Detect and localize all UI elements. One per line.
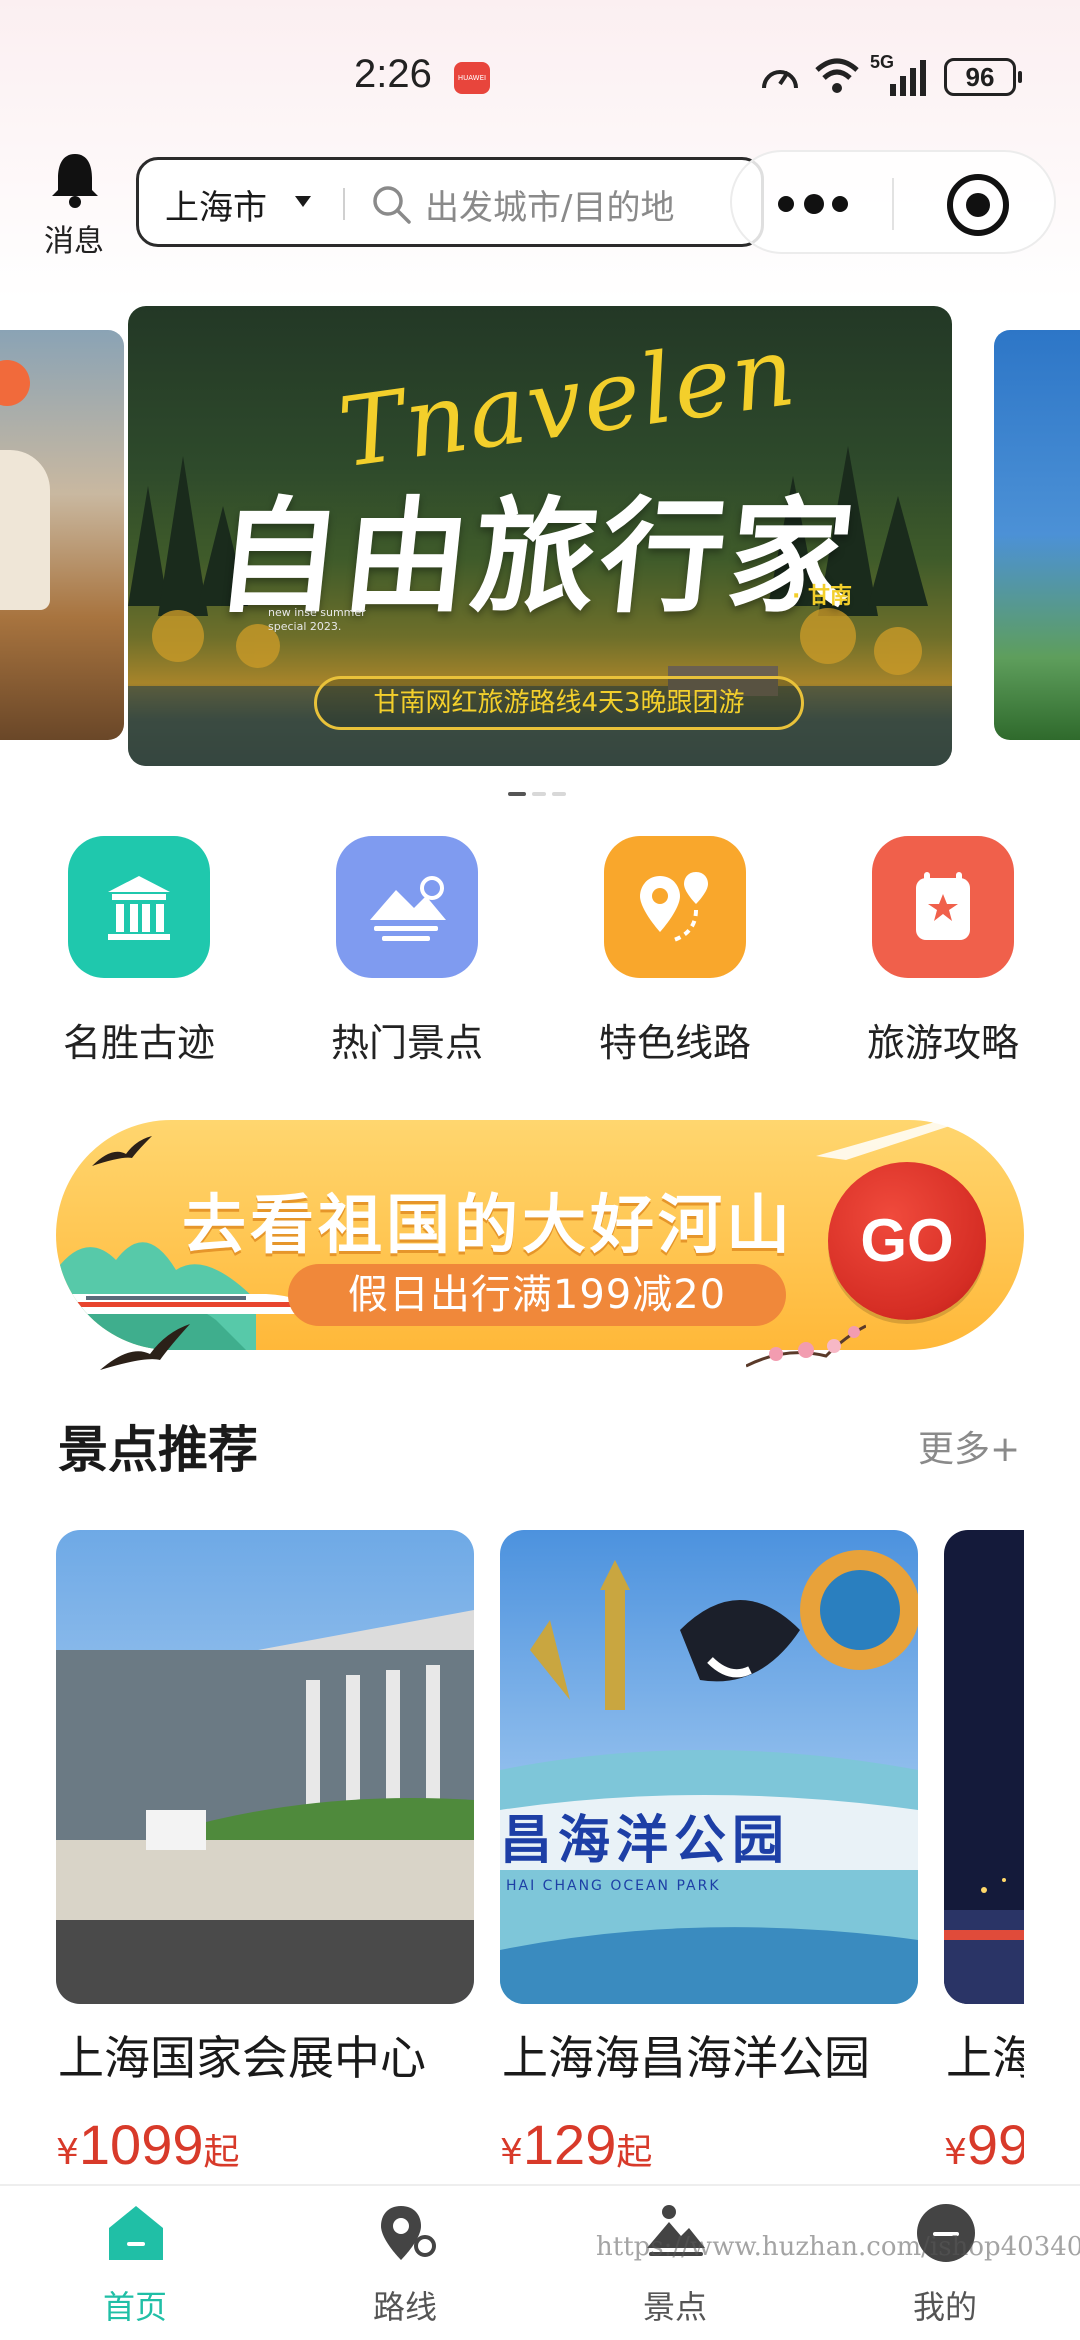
train-illustration [66, 1294, 316, 1314]
spot-name: 上海 [946, 2031, 1024, 2085]
price-value: 1099 [78, 2113, 204, 2176]
indicator-dot-active [508, 792, 526, 796]
signal-icon [890, 60, 926, 96]
spot-card[interactable]: 上海 ¥99 [944, 1530, 1024, 2180]
banner-next-slide[interactable] [994, 330, 1080, 740]
spot-image [944, 1530, 1024, 2004]
app-badge-icon: HUAWEI [454, 62, 490, 94]
speedometer-icon [762, 70, 798, 89]
watermark-text: https://www.huzhan.com/ishop40340 [596, 2232, 1080, 2262]
section-title: 景点推荐 [58, 1421, 258, 1479]
city-selector[interactable]: 上海市 [165, 180, 267, 229]
banner-route-pill: 甘南网红旅游路线4天3晚跟团游 [314, 676, 804, 730]
category-hot-spots[interactable]: 热门景点 [306, 836, 506, 1076]
route-icon [604, 836, 746, 978]
status-bar: 2:26 HUAWEI 5G 96 [0, 0, 1080, 150]
spot-name: 上海国家会展中心 [58, 2031, 426, 2085]
search-bar[interactable]: 上海市 出发城市/目的地 [136, 157, 764, 247]
search-input[interactable]: 出发城市/目的地 [425, 180, 674, 229]
park-sign-text: 昌海洋公园 [500, 1811, 791, 1871]
price-currency: ¥ [56, 2132, 79, 2173]
mountain-icon [336, 836, 478, 978]
category-label: 特色线路 [598, 1021, 751, 1065]
bottom-tab-bar: 首页 路线 景点 我的 [0, 2184, 1080, 2340]
banner-location-tag: · 甘南 [792, 584, 853, 609]
banner-small-text: new inse summer special 2023. [268, 606, 366, 633]
airplane-icon [816, 1116, 962, 1160]
message-button[interactable]: 消息 [38, 150, 110, 259]
more-link[interactable]: 更多+ [918, 1420, 1020, 1472]
price-suffix: 起 [616, 2132, 653, 2173]
tab-profile[interactable]: 我的 [810, 2186, 1080, 2340]
route-pin-icon [381, 2206, 436, 2260]
category-travel-guide[interactable]: 旅游攻略 [842, 836, 1042, 1076]
tab-label: 首页 [102, 2288, 167, 2326]
park-sign-subtext: HAI CHANG OCEAN PARK [506, 1878, 721, 1894]
close-target-icon[interactable] [947, 174, 1009, 236]
tab-label: 我的 [912, 2288, 977, 2326]
spot-price: ¥1099起 [56, 2112, 240, 2177]
tab-label: 路线 [372, 2288, 437, 2326]
capsule-divider [892, 178, 894, 230]
banner-prev-slide[interactable] [0, 330, 124, 740]
more-icon[interactable] [778, 186, 848, 222]
tab-label: 景点 [642, 2288, 707, 2326]
tab-home[interactable]: 首页 [0, 2186, 270, 2340]
promo-subtitle: 假日出行满199减20 [288, 1264, 786, 1326]
category-label: 旅游攻略 [866, 1021, 1019, 1065]
price-currency: ¥ [944, 2132, 967, 2173]
price-value: 99 [966, 2113, 1024, 2176]
indicator-dot [552, 792, 566, 796]
message-label: 消息 [44, 224, 104, 259]
promo-banner[interactable]: 去看祖国的大好河山 假日出行满199减20 GO [56, 1106, 1024, 1378]
bell-icon [52, 154, 98, 208]
slide-figure [0, 450, 50, 610]
swallow-icon [92, 1136, 152, 1166]
star-calendar-icon [872, 836, 1014, 978]
battery-icon: 96 [944, 58, 1022, 96]
category-featured-routes[interactable]: 特色线路 [574, 836, 774, 1076]
miniprogram-capsule [730, 150, 1056, 254]
wifi-icon [815, 58, 859, 93]
spot-image [56, 1530, 474, 2004]
spot-image: 昌海洋公园 HAI CHANG OCEAN PARK [500, 1530, 918, 2004]
category-scenic-heritage[interactable]: 名胜古迹 [38, 836, 238, 1076]
search-icon [373, 186, 411, 224]
go-button[interactable]: GO [828, 1162, 986, 1320]
spot-name: 上海海昌海洋公园 [502, 2031, 870, 2085]
slide-badge-icon [0, 360, 30, 406]
banner-slide[interactable]: Tnavelen 自由旅行家 · 甘南 new inse summer spec… [128, 306, 952, 766]
tab-scenic[interactable]: 景点 [540, 2186, 810, 2340]
status-time: 2:26 [354, 52, 432, 96]
promo-title: 去看祖国的大好河山 [182, 1189, 794, 1263]
category-label: 名胜古迹 [62, 1021, 215, 1065]
tab-routes[interactable]: 路线 [270, 2186, 540, 2340]
carousel-indicator [508, 792, 572, 798]
spot-price: ¥99 [944, 2112, 1024, 2177]
price-currency: ¥ [500, 2132, 523, 2173]
swallow-icon [100, 1324, 190, 1370]
blossom-icon [746, 1324, 866, 1368]
spot-price: ¥129起 [500, 2112, 652, 2177]
temple-icon [68, 836, 210, 978]
home-icon [109, 2206, 163, 2260]
indicator-dot [532, 792, 546, 796]
price-suffix: 起 [203, 2132, 240, 2173]
search-divider [343, 188, 345, 220]
status-icons: 5G 96 [760, 52, 1030, 100]
category-label: 热门景点 [330, 1021, 483, 1065]
price-value: 129 [522, 2113, 617, 2176]
caret-down-icon [295, 196, 311, 207]
